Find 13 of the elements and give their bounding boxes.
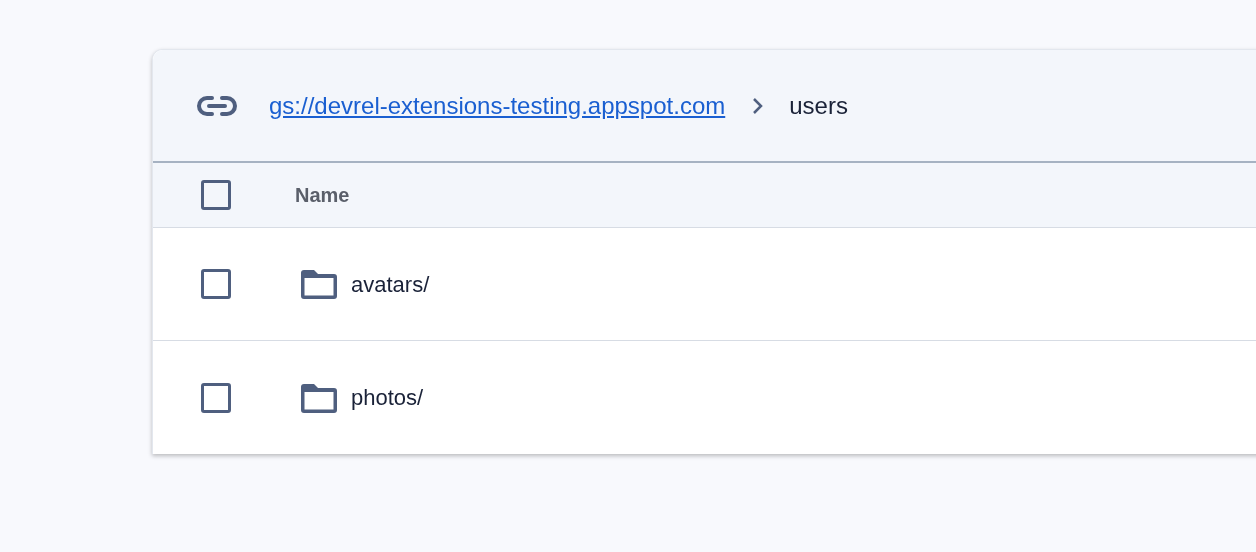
file-name: photos/	[351, 384, 424, 412]
link-icon	[196, 94, 238, 117]
file-name: avatars/	[351, 270, 430, 299]
chevron-right-icon	[751, 96, 764, 115]
bucket-link[interactable]: gs://devrel-extensions-testing.appspot.com	[269, 87, 726, 124]
checkbox[interactable]	[201, 269, 231, 299]
file-row[interactable]: avatars/	[153, 228, 1256, 341]
current-folder: users	[789, 90, 848, 121]
file-row[interactable]: photos/	[153, 341, 1256, 454]
checkbox[interactable]	[201, 180, 231, 210]
checkbox[interactable]	[201, 382, 231, 413]
folder-icon	[299, 267, 339, 301]
column-header: Name	[295, 183, 350, 208]
